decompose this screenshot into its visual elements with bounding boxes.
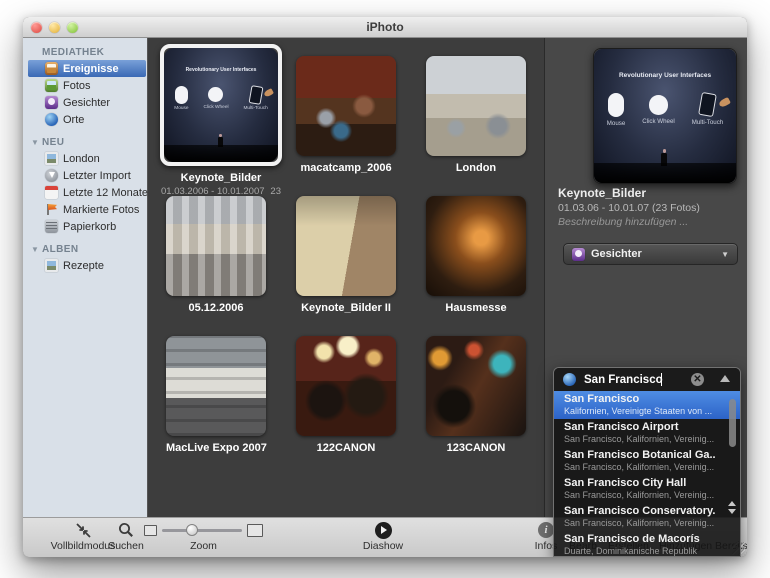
location-result-item[interactable]: San Francisco City Hall San Francisco, K… bbox=[554, 475, 740, 503]
album-icon bbox=[45, 152, 58, 165]
title-bar[interactable]: iPhoto bbox=[23, 17, 747, 38]
flag-icon bbox=[45, 203, 58, 216]
sidebar-item-london[interactable]: London bbox=[23, 150, 147, 167]
location-search-popover: ✕ San Francisco Kalifornien, Vereinigte … bbox=[553, 367, 741, 557]
event-title: 122CANON bbox=[316, 442, 376, 454]
location-result-item[interactable]: San Francisco Botanical Ga... San Franci… bbox=[554, 447, 740, 475]
play-icon bbox=[374, 521, 392, 539]
event-thumbnail[interactable] bbox=[296, 196, 396, 296]
event-thumbnail[interactable] bbox=[296, 336, 396, 436]
zoom-slider[interactable] bbox=[162, 524, 242, 536]
event-preview-image[interactable]: Revolutionary User Interfaces Mouse Clic… bbox=[593, 48, 737, 184]
panel-event-title: Keynote_Bilder bbox=[558, 186, 647, 200]
event-title: Hausmesse bbox=[445, 302, 507, 314]
section-header-mediathek: ▼ MEDIATHEK bbox=[42, 46, 105, 58]
sidebar-item-papierkorb[interactable]: Papierkorb bbox=[23, 218, 147, 235]
window-title: iPhoto bbox=[366, 20, 404, 34]
event-thumbnail[interactable] bbox=[166, 336, 266, 436]
disclosure-triangle-icon[interactable]: ▼ bbox=[31, 138, 39, 147]
location-search-bar: ✕ bbox=[554, 368, 740, 392]
location-results-list: San Francisco Kalifornien, Vereinigte St… bbox=[554, 391, 740, 556]
zoom-out-thumbnail-icon bbox=[144, 524, 157, 536]
calendar-icon bbox=[45, 186, 58, 199]
event-123canon[interactable]: 123CANON bbox=[426, 336, 526, 454]
event-title: 05.12.2006 bbox=[188, 302, 244, 314]
sidebar-item-orte[interactable]: Orte bbox=[23, 111, 147, 128]
clear-search-icon[interactable]: ✕ bbox=[691, 373, 704, 386]
iphoto-window: iPhoto ▼ MEDIATHEK Ereignisse Fotos Gesi… bbox=[23, 17, 747, 557]
event-keynote-bilder-ii[interactable]: Keynote_Bilder II bbox=[296, 196, 396, 314]
section-header-neu[interactable]: ▼ NEU bbox=[23, 134, 147, 150]
event-maclive-expo-2007[interactable]: MacLive Expo 2007 bbox=[166, 336, 267, 454]
event-05-12-2006[interactable]: 05.12.2006 bbox=[166, 196, 266, 314]
event-title: macatcamp_2006 bbox=[300, 162, 392, 174]
events-grid: Revolutionary User Interfaces Mouse Clic… bbox=[149, 38, 545, 518]
scroll-down-icon[interactable] bbox=[728, 509, 736, 514]
event-122canon[interactable]: 122CANON bbox=[296, 336, 396, 454]
sidebar-item-letzter-import[interactable]: Letzter Import bbox=[23, 167, 147, 184]
photos-icon bbox=[45, 79, 58, 92]
scroll-up-icon[interactable] bbox=[728, 501, 736, 506]
slideshow-button[interactable]: Diashow bbox=[358, 521, 408, 552]
sidebar-item-markierte-fotos[interactable]: Markierte Fotos bbox=[23, 201, 147, 218]
text-cursor bbox=[661, 373, 662, 386]
last-import-icon bbox=[45, 169, 58, 182]
scrollbar-thumb[interactable] bbox=[729, 399, 736, 447]
location-result-item[interactable]: San Francisco de Macorís Duarte, Dominik… bbox=[554, 531, 740, 556]
events-icon bbox=[45, 62, 58, 75]
zoom-slider-knob[interactable] bbox=[186, 524, 198, 536]
event-london[interactable]: London bbox=[426, 56, 526, 174]
event-title: London bbox=[455, 162, 497, 174]
event-title: Keynote_Bilder bbox=[180, 172, 262, 184]
trash-icon bbox=[45, 220, 58, 233]
sidebar-item-gesichter[interactable]: Gesichter bbox=[23, 94, 147, 111]
info-icon: i bbox=[538, 522, 554, 538]
sidebar-item-rezepte[interactable]: Rezepte bbox=[23, 257, 147, 274]
description-placeholder[interactable]: Beschreibung hinzufügen ... bbox=[558, 216, 688, 228]
event-thumbnail[interactable] bbox=[426, 56, 526, 156]
location-result-item[interactable]: San Francisco Airport San Francisco, Kal… bbox=[554, 419, 740, 447]
scroll-arrows[interactable] bbox=[728, 501, 736, 514]
album-icon bbox=[45, 259, 58, 272]
source-list-sidebar: ▼ MEDIATHEK Ereignisse Fotos Gesichter O… bbox=[23, 38, 148, 518]
event-photo-count: 23 bbox=[270, 186, 281, 197]
globe-icon bbox=[563, 373, 576, 386]
location-search-input[interactable] bbox=[584, 368, 702, 391]
location-result-item[interactable]: San Francisco Kalifornien, Vereinigte St… bbox=[554, 391, 740, 419]
event-title: 123CANON bbox=[446, 442, 506, 454]
event-thumbnail[interactable] bbox=[296, 56, 396, 156]
section-header-alben[interactable]: ▼ ALBEN bbox=[23, 241, 147, 257]
event-title: Keynote_Bilder II bbox=[301, 302, 391, 314]
event-macatcamp-2006[interactable]: macatcamp_2006 bbox=[296, 56, 396, 174]
sidebar-item-ereignisse[interactable]: Ereignisse bbox=[28, 60, 146, 77]
faces-icon bbox=[572, 247, 585, 261]
location-result-item[interactable]: San Francisco Conservatory... San Franci… bbox=[554, 503, 740, 531]
event-thumbnail[interactable] bbox=[426, 196, 526, 296]
event-thumbnail[interactable] bbox=[426, 336, 526, 436]
sidebar-item-letzte-12-monate[interactable]: Letzte 12 Monate bbox=[23, 184, 148, 201]
event-hausmesse[interactable]: Hausmesse bbox=[426, 196, 526, 314]
faces-icon bbox=[45, 96, 58, 109]
places-globe-icon bbox=[45, 113, 58, 126]
event-thumbnail[interactable] bbox=[166, 196, 266, 296]
faces-dropdown-button[interactable]: Gesichter ▼ bbox=[563, 243, 738, 265]
disclosure-triangle-icon[interactable]: ▼ bbox=[31, 245, 39, 254]
event-keynote-bilder[interactable]: Revolutionary User Interfaces Mouse Clic… bbox=[159, 44, 283, 197]
collapse-dropdown-icon[interactable] bbox=[720, 375, 730, 382]
event-thumbnail[interactable]: Revolutionary User Interfaces Mouse Clic… bbox=[160, 44, 282, 166]
zoom-in-thumbnail-icon bbox=[247, 523, 263, 537]
chevron-down-icon: ▼ bbox=[721, 249, 729, 259]
zoom-slider-group: Zoom bbox=[141, 521, 266, 552]
sidebar-item-fotos[interactable]: Fotos bbox=[23, 77, 147, 94]
event-title: MacLive Expo 2007 bbox=[166, 442, 267, 454]
panel-event-meta: 01.03.06 - 10.01.07 (23 Fotos) bbox=[558, 202, 700, 214]
